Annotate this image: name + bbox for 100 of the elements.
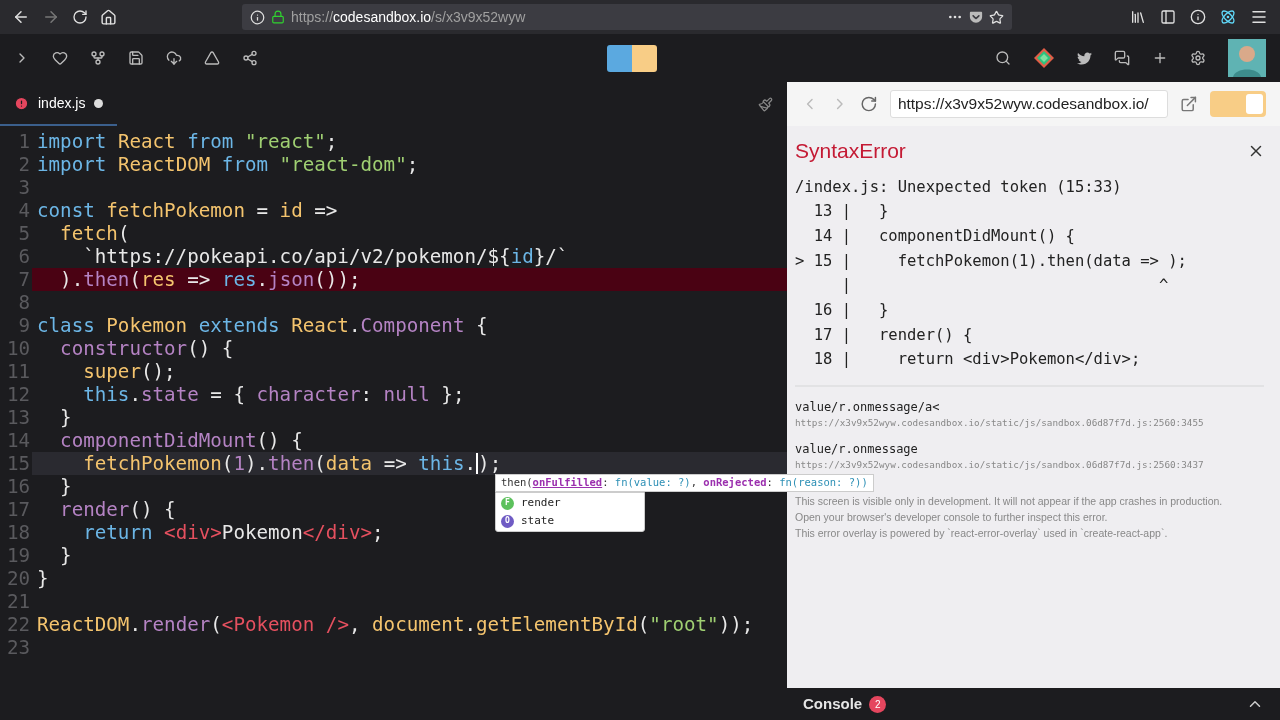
console-tab[interactable]: Console [803, 692, 863, 716]
line-number: 23 [5, 636, 31, 659]
code-line: componentDidMount() { [59, 429, 303, 452]
line-number: 12 [5, 383, 31, 406]
menu-icon[interactable] [1250, 8, 1268, 26]
code-frame-line: 13 | } [812, 201, 890, 223]
sidebar-icon[interactable] [1160, 9, 1176, 25]
code-line: const fetchPokemon = id => [37, 199, 338, 222]
heart-icon[interactable] [52, 50, 68, 66]
home-icon[interactable] [100, 8, 117, 26]
star-icon[interactable] [989, 9, 1004, 25]
kind-icon: O [501, 514, 514, 528]
error-title: SyntaxError [795, 138, 906, 164]
code-line: this.state = { character: null }; [82, 383, 465, 406]
code-line: ).then(res => res.json()); [59, 268, 361, 291]
share-icon[interactable] [242, 50, 258, 66]
line-number: 3 [17, 176, 31, 199]
library-icon[interactable] [1130, 9, 1146, 25]
code-line: return <div>Pokemon</div>; [82, 521, 384, 544]
atom-icon[interactable] [1220, 9, 1236, 25]
signature-hint: then(onFulfilled: fn(value: ?), onRejected: fn(reason: ?)) [495, 474, 874, 492]
pocket-icon[interactable] [969, 10, 983, 24]
code-line: } [59, 406, 72, 429]
code-frame-line: 17 | render() { [812, 324, 974, 346]
line-number: 1 [17, 130, 31, 153]
code-line: } [37, 567, 49, 590]
forward-icon[interactable] [42, 8, 60, 26]
line-number: 13 [5, 406, 31, 429]
info-icon[interactable] [1190, 9, 1206, 25]
reload-icon[interactable] [860, 95, 878, 113]
line-number: 9 [17, 314, 31, 337]
code-line: constructor() { [59, 337, 234, 360]
count-badge: 2 [869, 695, 887, 713]
address-text: https://codesandbox.io/s/x3v9x52wyw [291, 7, 526, 27]
line-number: 18 [5, 521, 31, 544]
brush-icon[interactable] [758, 96, 773, 112]
chat-icon[interactable] [1114, 50, 1130, 66]
line-number: 17 [5, 498, 31, 521]
view-toggle[interactable] [607, 44, 657, 72]
back-icon[interactable] [12, 8, 30, 26]
plus-icon[interactable] [1152, 50, 1168, 66]
code-line: fetchPokemon(1).then(data => this.); [82, 452, 502, 475]
line-number: 20 [5, 567, 31, 590]
code-line: fetch( [59, 222, 130, 245]
search-icon[interactable] [995, 50, 1011, 66]
code-line: import ReactDOM from "react-dom"; [37, 153, 419, 176]
line-number: 21 [5, 590, 31, 613]
kind-icon: F [501, 496, 514, 510]
lock-icon [271, 10, 285, 24]
settings-icon[interactable] [1190, 50, 1206, 66]
cloud-download-icon[interactable] [166, 50, 182, 66]
error-icon [14, 95, 29, 111]
stack-function: value/r.onmessage/a< [795, 399, 941, 416]
code-frame-line: 18 | return <div>Pokemon</div>; [812, 349, 1142, 371]
preview-url-field[interactable]: https://x3v9x52wyw.codesandbox.io/ [889, 90, 1169, 118]
save-icon[interactable] [128, 50, 144, 66]
code-line: } [59, 475, 72, 498]
code-frame-line: 14 | componentDidMount() { [812, 225, 1076, 247]
bird-icon[interactable] [1077, 50, 1092, 66]
line-number: 5 [17, 222, 31, 245]
external-link-icon[interactable] [1180, 95, 1198, 113]
code-line: import React from "react"; [37, 130, 338, 153]
line-number: 11 [5, 360, 31, 383]
line-number: 14 [5, 429, 31, 452]
line-number: 2 [17, 153, 31, 176]
suggestion-item[interactable]: F render [496, 494, 644, 512]
footer-note: Open your browser's developer console to further inspect this error. [795, 510, 1109, 526]
footer-note: This error overlay is powered by `react-error-overlay` used in `create-react-app`. [795, 526, 1169, 542]
code-line: render() { [59, 498, 176, 521]
info-icon[interactable] [250, 9, 265, 25]
line-number: 6 [17, 245, 31, 268]
triangle-icon[interactable] [204, 50, 220, 66]
suggestion-item[interactable]: O state [496, 512, 644, 530]
line-number: 8 [17, 291, 31, 314]
fork-icon[interactable] [90, 50, 106, 66]
cube-logo-icon[interactable] [1033, 47, 1055, 69]
line-number: 7 [17, 268, 31, 291]
code-frame-line: | ^ [840, 275, 1170, 297]
stack-url: https://x3v9x52wyw.codesandbox.io/static/js/sandbox.06d87f7d.js:2560:3437 [795, 458, 1205, 473]
code-line: } [59, 544, 72, 567]
file-tab[interactable]: index.js [0, 82, 118, 126]
code-line: ReactDOM.render(<Pokemon />, document.getElementById("root")); [37, 613, 754, 636]
toggle-switch[interactable] [1210, 91, 1266, 117]
stack-function: value/r.onmessage [795, 441, 919, 458]
code-frame-line: > 15 | fetchPokemon(1).then(data => ); [795, 250, 1188, 272]
line-number: 4 [17, 199, 31, 222]
code-line: super(); [82, 360, 176, 383]
text-cursor [476, 453, 479, 474]
code-frame-line: 16 | } [812, 300, 890, 321]
error-message: /index.js: Unexpected token (15:33) [795, 176, 1123, 198]
code-line: class Pokemon extends React.Component { [37, 314, 488, 337]
line-number: 16 [5, 475, 31, 498]
line-number: 10 [5, 337, 31, 360]
line-number: 15 [5, 452, 31, 475]
line-number: 19 [5, 544, 31, 567]
code-line: `https://pokeapi.co/api/v2/pokemon/${id}/` [82, 245, 569, 268]
stack-url: https://x3v9x52wyw.codesandbox.io/static/js/sandbox.06d87f7d.js:2560:3455 [795, 416, 1205, 431]
footer-note: This screen is visible only in development. It will not appear if the app crashes in production. [795, 494, 1224, 510]
address-bar[interactable]: https://codesandbox.io/s/x3v9x52wyw [242, 4, 1012, 30]
line-number: 22 [5, 613, 31, 636]
